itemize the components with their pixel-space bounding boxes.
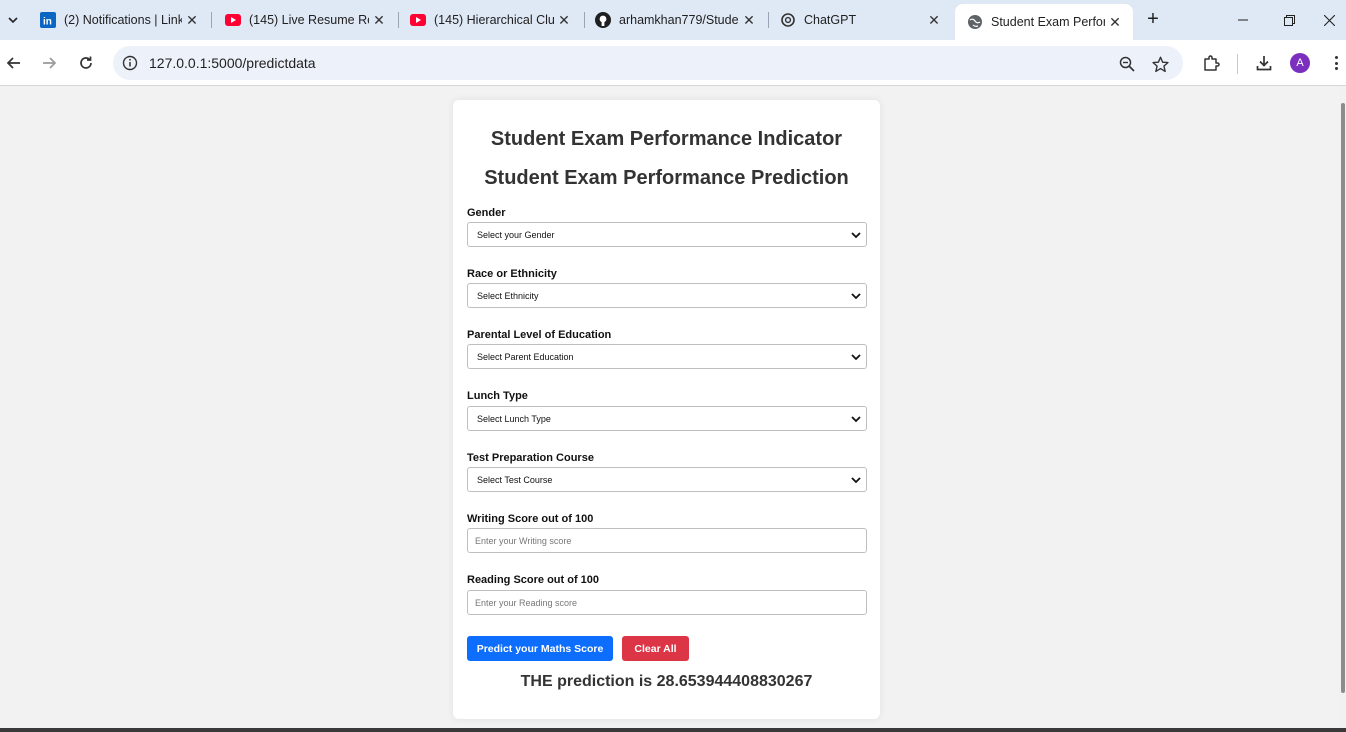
form-title: Student Exam Performance Prediction	[484, 167, 849, 189]
reload-button[interactable]	[74, 51, 98, 75]
youtube-icon	[410, 12, 426, 28]
test-prep-label: Test Preparation Course	[467, 452, 594, 464]
globe-icon	[967, 14, 983, 30]
close-window-button[interactable]	[1312, 0, 1346, 40]
minimize-icon	[1238, 19, 1248, 21]
chevron-down-icon	[8, 17, 18, 24]
reload-icon	[80, 56, 92, 69]
test-prep-select[interactable]: Select Test Course	[467, 467, 867, 492]
chatgpt-icon	[780, 12, 796, 28]
menu-kebab-icon[interactable]	[1328, 53, 1344, 73]
close-tab-icon[interactable]: ✕	[739, 10, 759, 30]
arrow-left-icon	[6, 57, 20, 69]
linkedin-icon: in	[40, 12, 56, 28]
tab-student-exam[interactable]: Student Exam Performance ✕	[955, 4, 1133, 40]
close-icon	[1323, 14, 1335, 26]
predict-button[interactable]: Predict your Maths Score	[467, 636, 613, 661]
restore-icon	[1283, 14, 1295, 26]
close-tab-icon[interactable]: ✕	[369, 10, 389, 30]
prediction-result: THE prediction is 28.653944408830267	[520, 673, 813, 690]
chevron-down-icon	[851, 232, 861, 239]
site-info-icon[interactable]	[122, 55, 138, 71]
scrollbar-thumb[interactable]	[1341, 103, 1345, 693]
writing-score-input[interactable]: Enter your Writing score	[467, 528, 867, 553]
tab-title: (145) Live Resume Reviews	[249, 13, 369, 27]
close-tab-icon[interactable]: ✕	[182, 10, 202, 30]
minimize-button[interactable]	[1220, 0, 1266, 40]
close-tab-icon[interactable]: ✕	[924, 10, 944, 30]
lunch-select[interactable]: Select Lunch Type	[467, 406, 867, 431]
parental-education-label: Parental Level of Education	[467, 329, 612, 341]
svg-text:in: in	[43, 17, 52, 28]
clear-all-button[interactable]: Clear All	[622, 636, 689, 661]
tab-youtube-resume[interactable]: (145) Live Resume Reviews ✕	[213, 0, 397, 40]
tab-title: ChatGPT	[804, 13, 857, 27]
toolbar-divider	[1237, 54, 1238, 74]
tab-chatgpt[interactable]: ChatGPT ✕	[768, 0, 952, 40]
tab-strip: in (2) Notifications | LinkedIn ✕ (145) …	[0, 0, 1346, 40]
tab-youtube-clustering[interactable]: (145) Hierarchical Clustering ✕	[398, 0, 582, 40]
url-text[interactable]: 127.0.0.1:5000/predictdata	[149, 55, 316, 71]
prediction-form-card: Student Exam Performance Indicator Stude…	[453, 100, 880, 719]
bookmark-star-icon[interactable]	[1151, 55, 1169, 73]
reading-score-input[interactable]: Enter your Reading score	[467, 590, 867, 615]
close-tab-icon[interactable]: ✕	[1105, 12, 1125, 32]
tab-divider	[211, 12, 212, 28]
profile-avatar[interactable]: A	[1290, 53, 1310, 73]
lunch-label: Lunch Type	[467, 390, 528, 402]
tab-linkedin[interactable]: in (2) Notifications | LinkedIn ✕	[28, 0, 210, 40]
writing-score-label: Writing Score out of 100	[467, 513, 594, 525]
chevron-down-icon	[851, 354, 861, 361]
page-scrollbar[interactable]	[1339, 87, 1346, 732]
zoom-icon[interactable]	[1118, 55, 1136, 73]
github-icon	[595, 12, 611, 28]
parental-education-select[interactable]: Select Parent Education	[467, 344, 867, 369]
tab-title: arhamkhan779/Student	[619, 13, 739, 27]
tab-title: (2) Notifications | LinkedIn	[64, 13, 182, 27]
gender-label: Gender	[467, 207, 506, 219]
chevron-down-icon	[851, 293, 861, 300]
extensions-icon[interactable]	[1201, 53, 1221, 73]
lunch-select-value: Select Lunch Type	[477, 413, 551, 424]
youtube-icon	[225, 12, 241, 28]
download-icon[interactable]	[1254, 53, 1274, 73]
restore-button[interactable]	[1266, 0, 1312, 40]
tab-title: Student Exam Performance	[991, 15, 1105, 29]
test-prep-select-value: Select Test Course	[477, 474, 553, 485]
ethnicity-select[interactable]: Select Ethnicity	[467, 283, 867, 308]
page-title: Student Exam Performance Indicator	[490, 128, 843, 150]
tab-search-button[interactable]	[0, 8, 26, 32]
browser-toolbar: 127.0.0.1:5000/predictdata A	[0, 40, 1346, 86]
ethnicity-select-value: Select Ethnicity	[477, 290, 539, 301]
close-tab-icon[interactable]: ✕	[554, 10, 574, 30]
tab-title: (145) Hierarchical Clustering	[434, 13, 554, 27]
new-tab-button[interactable]: +	[1142, 9, 1164, 31]
gender-select-value: Select your Gender	[477, 229, 555, 240]
arrow-right-icon	[43, 57, 57, 69]
taskbar-edge	[0, 728, 1346, 732]
tab-github[interactable]: arhamkhan779/Student ✕	[583, 0, 767, 40]
ethnicity-label: Race or Ethnicity	[467, 268, 557, 280]
forward-button[interactable]	[37, 51, 61, 75]
parental-education-select-value: Select Parent Education	[477, 351, 574, 362]
gender-select[interactable]: Select your Gender	[467, 222, 867, 247]
chevron-down-icon	[851, 477, 861, 484]
reading-score-label: Reading Score out of 100	[467, 574, 600, 586]
back-button[interactable]	[2, 51, 26, 75]
chevron-down-icon	[851, 416, 861, 423]
address-bar[interactable]: 127.0.0.1:5000/predictdata	[113, 46, 1183, 80]
